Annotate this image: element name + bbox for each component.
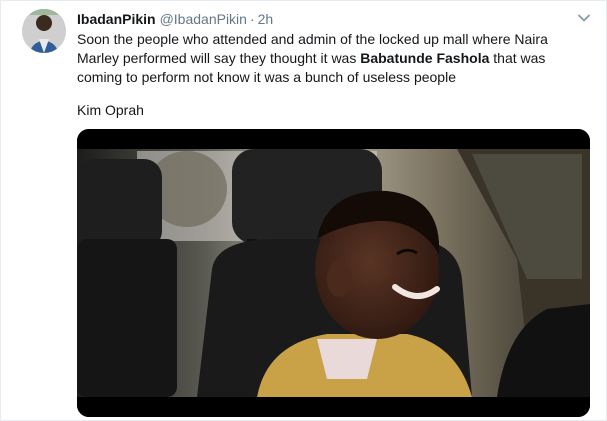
- display-name[interactable]: IbadanPikin: [77, 11, 156, 27]
- tweet-signoff: Kim Oprah: [77, 102, 144, 118]
- timestamp[interactable]: 2h: [258, 11, 274, 27]
- separator-dot: ·: [249, 11, 255, 27]
- tweet-media-image[interactable]: [77, 129, 590, 417]
- user-handle[interactable]: @IbadanPikin: [160, 11, 247, 27]
- tweet-header: IbadanPikin @IbadanPikin · 2h: [77, 10, 273, 28]
- tweet-card[interactable]: IbadanPikin @IbadanPikin · 2h Soon the peop…: [0, 0, 607, 421]
- tweet-text-bold: Babatunde Fashola: [360, 50, 490, 66]
- chevron-down-icon[interactable]: [577, 11, 591, 25]
- tweet-text: Soon the people who attended and admin o…: [77, 30, 577, 87]
- avatar[interactable]: [22, 9, 66, 53]
